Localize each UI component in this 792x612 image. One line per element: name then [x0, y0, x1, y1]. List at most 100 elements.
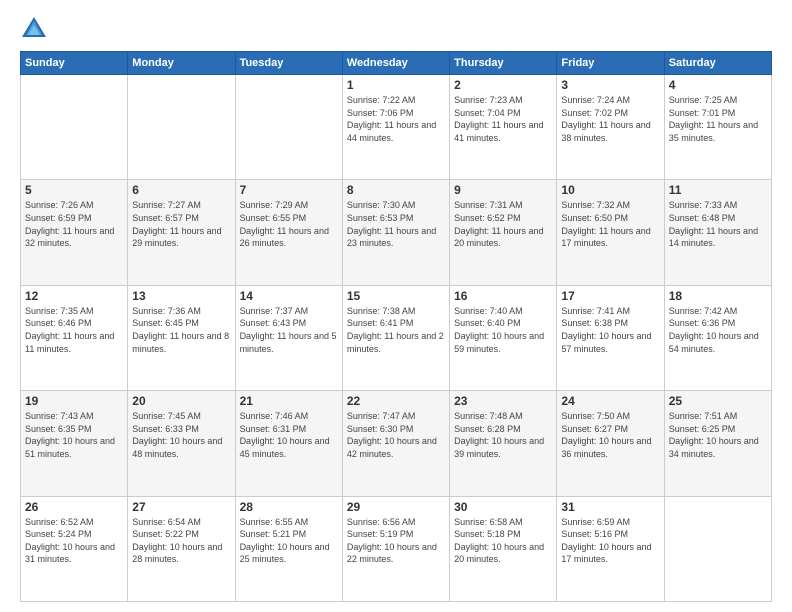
header: [20, 15, 772, 43]
day-number: 28: [240, 500, 338, 514]
calendar-day-cell: 25 Sunrise: 7:51 AM Sunset: 6:25 PM Dayli…: [664, 391, 771, 496]
calendar-day-cell: 8 Sunrise: 7:30 AM Sunset: 6:53 PM Daylig…: [342, 180, 449, 285]
day-info: Sunrise: 7:41 AM Sunset: 6:38 PM Dayligh…: [561, 305, 659, 355]
calendar-day-cell: 2 Sunrise: 7:23 AM Sunset: 7:04 PM Daylig…: [450, 75, 557, 180]
day-info: Sunrise: 6:55 AM Sunset: 5:21 PM Dayligh…: [240, 516, 338, 566]
day-of-week-header: Wednesday: [342, 52, 449, 75]
day-number: 29: [347, 500, 445, 514]
calendar-week-row: 26Sunrise: 6:52 AM Sunset: 5:24 PM Dayli…: [21, 496, 772, 601]
calendar-week-row: 1 Sunrise: 7:22 AM Sunset: 7:06 PM Daylig…: [21, 75, 772, 180]
day-info: Sunrise: 7:29 AM Sunset: 6:55 PM Dayligh…: [240, 199, 338, 249]
day-info: Sunrise: 7:50 AM Sunset: 6:27 PM Dayligh…: [561, 410, 659, 460]
day-number: 22: [347, 394, 445, 408]
day-of-week-header: Sunday: [21, 52, 128, 75]
page: SundayMondayTuesdayWednesdayThursdayFrid…: [0, 0, 792, 612]
day-info: Sunrise: 7:24 AM Sunset: 7:02 PM Dayligh…: [561, 94, 659, 144]
day-number: 21: [240, 394, 338, 408]
day-info: Sunrise: 7:51 AM Sunset: 6:25 PM Dayligh…: [669, 410, 767, 460]
day-number: 2: [454, 78, 552, 92]
day-info: Sunrise: 7:30 AM Sunset: 6:53 PM Dayligh…: [347, 199, 445, 249]
calendar-day-cell: 21 Sunrise: 7:46 AM Sunset: 6:31 PM Dayli…: [235, 391, 342, 496]
calendar-day-cell: 4Sunrise: 7:25 AM Sunset: 7:01 PM Daylig…: [664, 75, 771, 180]
calendar-day-cell: 17 Sunrise: 7:41 AM Sunset: 6:38 PM Dayli…: [557, 285, 664, 390]
day-info: Sunrise: 7:35 AM Sunset: 6:46 PM Dayligh…: [25, 305, 123, 355]
day-info: Sunrise: 7:46 AM Sunset: 6:31 PM Dayligh…: [240, 410, 338, 460]
day-number: 24: [561, 394, 659, 408]
calendar-day-cell: 13 Sunrise: 7:36 AM Sunset: 6:45 PM Dayli…: [128, 285, 235, 390]
day-info: Sunrise: 7:32 AM Sunset: 6:50 PM Dayligh…: [561, 199, 659, 249]
day-number: 25: [669, 394, 767, 408]
day-number: 8: [347, 183, 445, 197]
calendar-day-cell: 12 Sunrise: 7:35 AM Sunset: 6:46 PM Dayli…: [21, 285, 128, 390]
day-info: Sunrise: 7:45 AM Sunset: 6:33 PM Dayligh…: [132, 410, 230, 460]
day-info: Sunrise: 7:26 AM Sunset: 6:59 PM Dayligh…: [25, 199, 123, 249]
day-number: 30: [454, 500, 552, 514]
calendar-day-cell: 14 Sunrise: 7:37 AM Sunset: 6:43 PM Dayli…: [235, 285, 342, 390]
calendar-day-cell: 30Sunrise: 6:58 AM Sunset: 5:18 PM Dayli…: [450, 496, 557, 601]
day-info: Sunrise: 7:36 AM Sunset: 6:45 PM Dayligh…: [132, 305, 230, 355]
day-of-week-header: Monday: [128, 52, 235, 75]
day-info: Sunrise: 7:22 AM Sunset: 7:06 PM Dayligh…: [347, 94, 445, 144]
day-number: 17: [561, 289, 659, 303]
calendar-day-cell: 15 Sunrise: 7:38 AM Sunset: 6:41 PM Dayli…: [342, 285, 449, 390]
day-info: Sunrise: 7:38 AM Sunset: 6:41 PM Dayligh…: [347, 305, 445, 355]
calendar-day-cell: 27 Sunrise: 6:54 AM Sunset: 5:22 PM Dayli…: [128, 496, 235, 601]
day-info: Sunrise: 7:43 AM Sunset: 6:35 PM Dayligh…: [25, 410, 123, 460]
calendar-day-cell: 28 Sunrise: 6:55 AM Sunset: 5:21 PM Dayli…: [235, 496, 342, 601]
calendar-day-cell: [664, 496, 771, 601]
day-info: Sunrise: 6:52 AM Sunset: 5:24 PM Dayligh…: [25, 516, 123, 566]
calendar-day-cell: 5 Sunrise: 7:26 AM Sunset: 6:59 PM Daylig…: [21, 180, 128, 285]
day-info: Sunrise: 6:54 AM Sunset: 5:22 PM Dayligh…: [132, 516, 230, 566]
calendar-day-cell: 11Sunrise: 7:33 AM Sunset: 6:48 PM Dayli…: [664, 180, 771, 285]
day-info: Sunrise: 7:23 AM Sunset: 7:04 PM Dayligh…: [454, 94, 552, 144]
day-number: 5: [25, 183, 123, 197]
calendar-week-row: 19 Sunrise: 7:43 AM Sunset: 6:35 PM Dayli…: [21, 391, 772, 496]
calendar-day-cell: 20 Sunrise: 7:45 AM Sunset: 6:33 PM Dayli…: [128, 391, 235, 496]
calendar-day-cell: 18 Sunrise: 7:42 AM Sunset: 6:36 PM Dayli…: [664, 285, 771, 390]
logo-icon: [20, 15, 48, 43]
calendar-day-cell: 31Sunrise: 6:59 AM Sunset: 5:16 PM Dayli…: [557, 496, 664, 601]
day-info: Sunrise: 7:33 AM Sunset: 6:48 PM Dayligh…: [669, 199, 767, 249]
calendar-day-cell: 1 Sunrise: 7:22 AM Sunset: 7:06 PM Daylig…: [342, 75, 449, 180]
day-number: 14: [240, 289, 338, 303]
calendar-table: SundayMondayTuesdayWednesdayThursdayFrid…: [20, 51, 772, 602]
day-number: 15: [347, 289, 445, 303]
day-of-week-header: Thursday: [450, 52, 557, 75]
calendar-day-cell: 6Sunrise: 7:27 AM Sunset: 6:57 PM Daylig…: [128, 180, 235, 285]
calendar-week-row: 12 Sunrise: 7:35 AM Sunset: 6:46 PM Dayli…: [21, 285, 772, 390]
day-of-week-header: Saturday: [664, 52, 771, 75]
day-number: 4: [669, 78, 767, 92]
day-number: 13: [132, 289, 230, 303]
day-number: 19: [25, 394, 123, 408]
calendar-week-row: 5 Sunrise: 7:26 AM Sunset: 6:59 PM Daylig…: [21, 180, 772, 285]
day-number: 12: [25, 289, 123, 303]
calendar-day-cell: 29Sunrise: 6:56 AM Sunset: 5:19 PM Dayli…: [342, 496, 449, 601]
day-number: 3: [561, 78, 659, 92]
day-number: 27: [132, 500, 230, 514]
calendar-day-cell: 9Sunrise: 7:31 AM Sunset: 6:52 PM Daylig…: [450, 180, 557, 285]
calendar-day-cell: 22 Sunrise: 7:47 AM Sunset: 6:30 PM Dayli…: [342, 391, 449, 496]
calendar-day-cell: [128, 75, 235, 180]
day-number: 20: [132, 394, 230, 408]
calendar-day-cell: 23Sunrise: 7:48 AM Sunset: 6:28 PM Dayli…: [450, 391, 557, 496]
calendar-day-cell: 7 Sunrise: 7:29 AM Sunset: 6:55 PM Daylig…: [235, 180, 342, 285]
calendar-day-cell: [21, 75, 128, 180]
calendar-day-cell: 10 Sunrise: 7:32 AM Sunset: 6:50 PM Dayli…: [557, 180, 664, 285]
day-number: 9: [454, 183, 552, 197]
day-info: Sunrise: 7:47 AM Sunset: 6:30 PM Dayligh…: [347, 410, 445, 460]
day-number: 16: [454, 289, 552, 303]
day-number: 10: [561, 183, 659, 197]
calendar-day-cell: 3 Sunrise: 7:24 AM Sunset: 7:02 PM Daylig…: [557, 75, 664, 180]
day-number: 31: [561, 500, 659, 514]
day-info: Sunrise: 7:42 AM Sunset: 6:36 PM Dayligh…: [669, 305, 767, 355]
calendar-day-cell: [235, 75, 342, 180]
day-info: Sunrise: 7:37 AM Sunset: 6:43 PM Dayligh…: [240, 305, 338, 355]
calendar-day-cell: 24 Sunrise: 7:50 AM Sunset: 6:27 PM Dayli…: [557, 391, 664, 496]
logo: [20, 15, 52, 43]
day-number: 18: [669, 289, 767, 303]
day-info: Sunrise: 7:27 AM Sunset: 6:57 PM Dayligh…: [132, 199, 230, 249]
day-number: 1: [347, 78, 445, 92]
day-of-week-header: Tuesday: [235, 52, 342, 75]
day-number: 7: [240, 183, 338, 197]
calendar-day-cell: 19 Sunrise: 7:43 AM Sunset: 6:35 PM Dayli…: [21, 391, 128, 496]
